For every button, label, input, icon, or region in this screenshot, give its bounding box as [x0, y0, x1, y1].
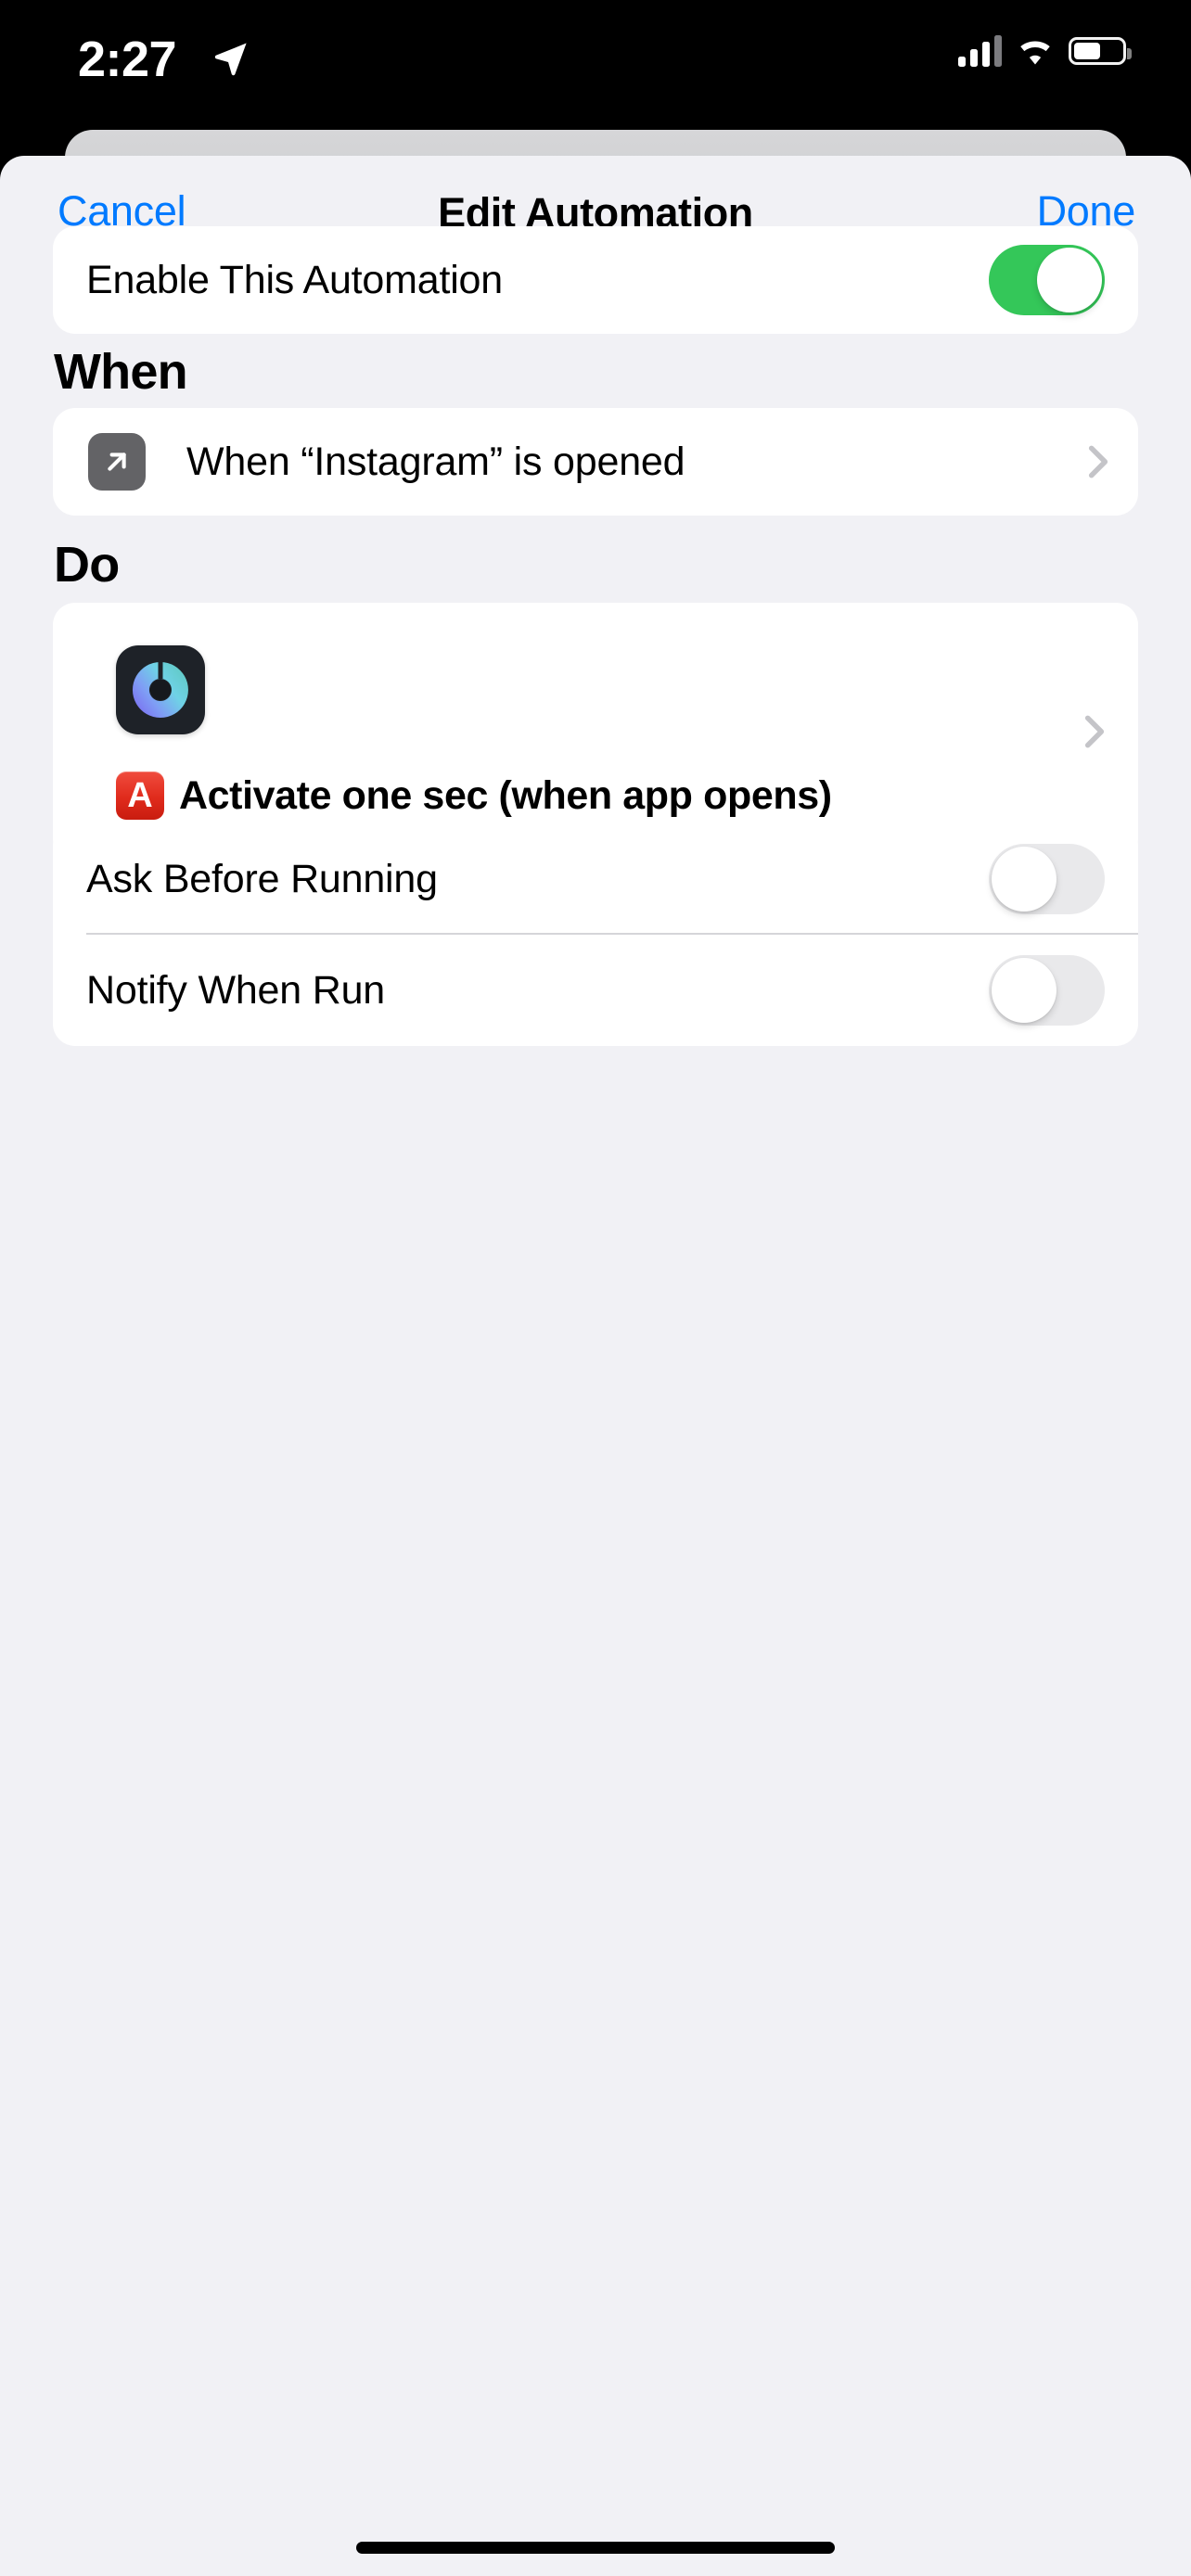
trigger-card[interactable]: When “Instagram” is opened	[53, 408, 1138, 516]
one-sec-app-icon	[116, 645, 205, 734]
enable-automation-card: Enable This Automation	[53, 226, 1138, 334]
status-bar: 2:27	[0, 0, 1191, 130]
run-options-card: Ask Before Running Notify When Run	[53, 823, 1138, 1046]
edit-automation-sheet: Cancel Edit Automation Done Enable This …	[0, 156, 1191, 2576]
notify-when-run-row[interactable]: Notify When Run	[53, 935, 1138, 1046]
letter-a-red-emoji-icon: A	[116, 772, 164, 820]
location-arrow-icon	[214, 43, 247, 76]
wifi-icon	[1020, 41, 1050, 65]
action-card[interactable]: A Activate one sec (when app opens)	[53, 603, 1138, 861]
enable-automation-label: Enable This Automation	[86, 257, 503, 302]
action-label: Activate one sec (when app opens)	[179, 772, 832, 818]
do-section-header: Do	[54, 537, 120, 593]
enable-automation-toggle[interactable]	[989, 245, 1105, 315]
action-label-line: A Activate one sec (when app opens)	[116, 772, 1138, 820]
trigger-row[interactable]: When “Instagram” is opened	[53, 408, 1138, 516]
cellular-signal-icon	[958, 35, 1002, 67]
status-bar-time: 2:27	[78, 32, 177, 87]
ask-before-running-label: Ask Before Running	[86, 856, 438, 901]
phone-screen: 2:27 Cancel Edit Automation Done Enable …	[0, 0, 1191, 2576]
ask-before-running-row[interactable]: Ask Before Running	[53, 823, 1138, 935]
when-section-header: When	[54, 344, 188, 400]
chevron-right-icon	[1088, 445, 1108, 478]
ask-before-running-toggle[interactable]	[989, 844, 1105, 914]
arrow-up-forward-icon	[88, 433, 146, 491]
chevron-right-icon	[1084, 715, 1105, 748]
trigger-label: When “Instagram” is opened	[186, 439, 685, 484]
notify-when-run-label: Notify When Run	[86, 967, 386, 1013]
battery-icon	[1069, 37, 1132, 65]
notify-when-run-toggle[interactable]	[989, 955, 1105, 1026]
status-bar-indicators	[958, 35, 1132, 67]
enable-automation-row[interactable]: Enable This Automation	[53, 226, 1138, 334]
home-indicator[interactable]	[356, 2542, 835, 2554]
